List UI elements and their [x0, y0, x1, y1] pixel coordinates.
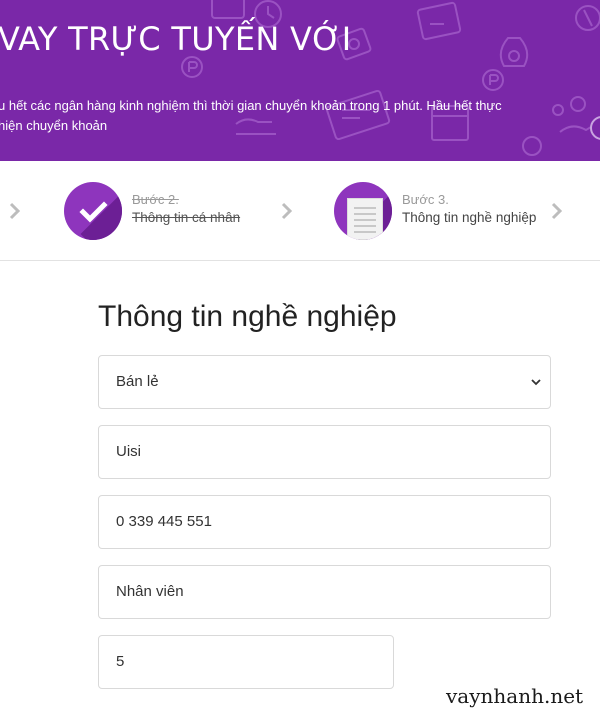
chevron-right-icon — [280, 201, 294, 221]
chevron-right-icon — [550, 201, 564, 221]
industry-select-value: Bán lẻ — [116, 373, 159, 390]
company-name-field[interactable]: Uisi — [98, 425, 551, 479]
step-3-title: Thông tin nghề nghiệp — [402, 210, 537, 225]
job-position-field[interactable]: Nhân viên — [98, 565, 551, 619]
company-phone-field[interactable]: 0 339 445 551 — [98, 495, 551, 549]
watermark: vaynhanh.net — [446, 684, 584, 708]
step-2-label[interactable]: Bước 2. Thông tin cá nhân — [132, 191, 240, 227]
step-3-label[interactable]: Bước 3. Thông tin nghề nghiệp — [402, 191, 536, 227]
chevron-right-icon — [8, 201, 22, 221]
banner-description: u hết các ngân hàng kinh nghiệm thì thời… — [0, 98, 502, 133]
hero-banner: VAY TRỰC TUYẾN VỚI u hết các ngân hàng k… — [0, 0, 600, 161]
step-3-icon — [334, 182, 392, 240]
step-3-number: Bước 3. — [402, 192, 449, 207]
document-icon — [347, 198, 383, 240]
check-icon — [79, 201, 108, 223]
step-2-number: Bước 2. — [132, 192, 179, 207]
step-2-title: Thông tin cá nhân — [132, 210, 241, 225]
chevron-down-icon — [531, 379, 541, 386]
steps-progress-bar: Bước 2. Thông tin cá nhân Bước 3. Thông … — [0, 161, 600, 261]
years-of-work-field[interactable]: 5 — [98, 635, 394, 689]
industry-select[interactable]: Bán lẻ — [98, 355, 551, 409]
form-title: Thông tin nghề nghiệp — [98, 300, 397, 333]
step-2-icon — [64, 182, 122, 240]
banner-title: VAY TRỰC TUYẾN VỚI — [0, 20, 352, 58]
